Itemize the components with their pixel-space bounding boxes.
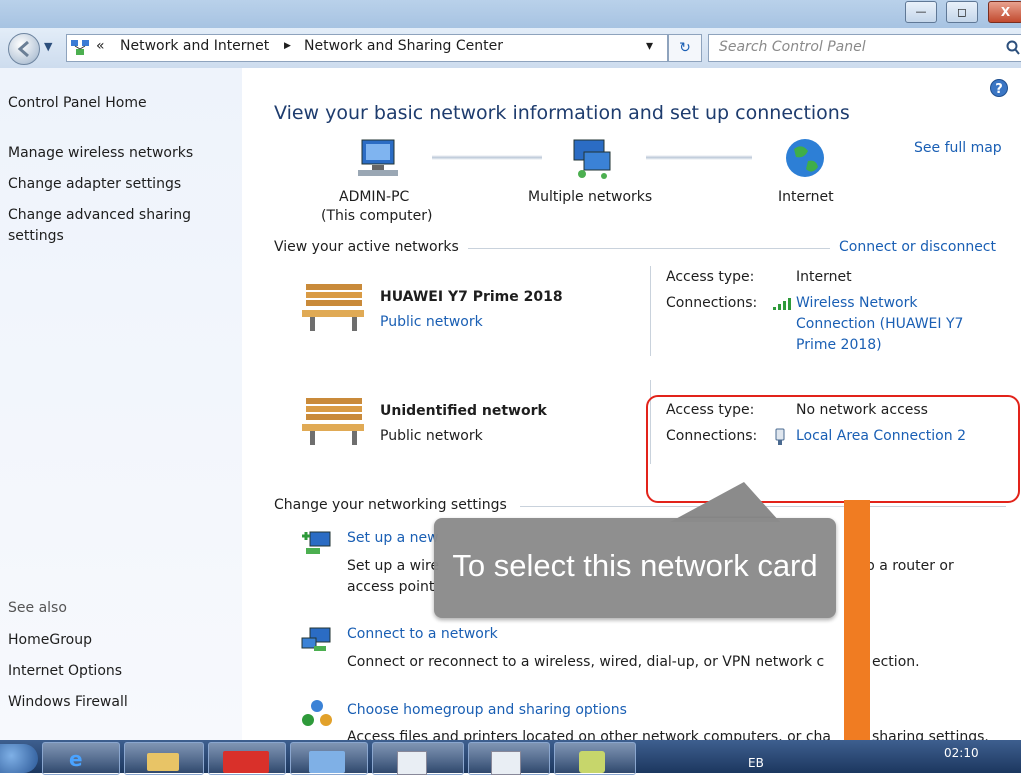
sidebar-change-advanced-sharing[interactable]: Change advanced sharing (8, 207, 191, 223)
breadcrumb-network-sharing-center[interactable]: Network and Sharing Center (304, 38, 503, 54)
wireless-connection-link-cont[interactable]: Connection (HUAWEI Y7 (796, 316, 963, 332)
bench-public-network-icon (302, 284, 364, 331)
taskbar-internet-explorer[interactable]: e (42, 742, 120, 775)
network-category-unidentified: Public network (380, 428, 483, 444)
minimize-button[interactable]: — (905, 1, 937, 23)
multiple-networks-icon (573, 139, 611, 179)
internet-globe-icon (786, 139, 824, 177)
page-title: View your basic network information and … (274, 102, 850, 124)
window-icon (491, 751, 521, 775)
setup-connection-link[interactable]: Set up a new (347, 530, 439, 546)
section-divider (468, 248, 830, 249)
active-networks-heading: View your active networks (274, 239, 459, 255)
taskbar-file-explorer[interactable] (124, 742, 204, 775)
homegroup-icon (302, 700, 332, 726)
sidebar-internet-options[interactable]: Internet Options (8, 663, 122, 679)
help-icon[interactable]: ? (989, 78, 1009, 98)
search-icon[interactable] (1006, 40, 1020, 56)
breadcrumb-network-and-internet[interactable]: Network and Internet (120, 38, 269, 54)
access-type-value: Internet (796, 269, 852, 285)
connect-to-network-desc-right: ection. (872, 654, 920, 670)
map-internet: Internet (778, 189, 834, 205)
connections-label: Connections: (666, 295, 758, 311)
wireless-signal-icon (773, 298, 791, 310)
connect-to-network-desc: Connect or reconnect to a wireless, wire… (347, 654, 825, 670)
back-arrow-icon (17, 40, 29, 58)
setup-connection-icon (302, 531, 331, 554)
window-icon (397, 751, 427, 775)
callout-tooltip: To select this network card (434, 518, 836, 618)
connect-or-disconnect-link[interactable]: Connect or disconnect (839, 239, 996, 255)
maximize-icon: ◻ (957, 5, 967, 19)
callout-pointer (670, 482, 780, 522)
taskbar-control-panel[interactable] (290, 742, 368, 775)
network-name-huawei: HUAWEI Y7 Prime 2018 (380, 289, 563, 305)
see-full-map-link[interactable]: See full map (914, 140, 1002, 156)
sidebar-windows-firewall[interactable]: Windows Firewall (8, 694, 128, 710)
sidebar-change-adapter-settings[interactable]: Change adapter settings (8, 176, 181, 192)
network-control-panel-icon (71, 40, 89, 55)
back-button[interactable] (8, 33, 40, 65)
network-category-link-huawei[interactable]: Public network (380, 314, 483, 330)
folder-icon (147, 753, 179, 771)
system-clock[interactable]: 02:10 (944, 746, 979, 760)
app-red-icon (223, 751, 269, 773)
map-computer-label: (This computer) (321, 208, 433, 224)
breadcrumb-separator-icon[interactable]: ▶ (284, 41, 291, 51)
callout-text: To select this network card (452, 548, 818, 583)
wireless-connection-link-cont[interactable]: Prime 2018) (796, 337, 882, 353)
control-panel-icon (309, 751, 345, 773)
sidebar-manage-wireless-networks[interactable]: Manage wireless networks (8, 145, 193, 161)
close-icon: X (1000, 5, 1011, 19)
app-icon (579, 751, 605, 773)
taskbar-window-2[interactable] (468, 742, 550, 775)
maximize-button[interactable]: ◻ (946, 1, 978, 23)
map-multiple-networks: Multiple networks (528, 189, 653, 205)
sidebar-control-panel-home[interactable]: Control Panel Home (8, 95, 147, 111)
search-input[interactable]: Search Control Panel (708, 34, 1021, 62)
connect-to-network-link[interactable]: Connect to a network (347, 626, 498, 642)
bench-public-network-icon (302, 398, 364, 445)
homegroup-sharing-link[interactable]: Choose homegroup and sharing options (347, 702, 627, 718)
title-bar (0, 0, 1021, 28)
minimize-icon: — (915, 5, 927, 18)
history-dropdown-icon[interactable]: ▼ (44, 40, 52, 53)
taskbar-app-red[interactable] (208, 742, 286, 775)
address-dropdown-icon[interactable]: ▾ (646, 38, 653, 54)
see-also-heading: See also (8, 600, 67, 616)
taskbar-window-3[interactable] (554, 742, 636, 775)
wireless-connection-link[interactable]: Wireless Network (796, 295, 917, 311)
connect-network-icon (301, 627, 331, 651)
breadcrumb-overflow[interactable]: « (96, 38, 105, 54)
refresh-icon: ↻ (679, 40, 691, 56)
map-link-line (432, 155, 542, 160)
setup-connection-desc-cont: access point (347, 579, 435, 595)
taskbar-window-1[interactable] (372, 742, 464, 775)
network-name-unidentified: Unidentified network (380, 403, 547, 419)
sidebar-homegroup[interactable]: HomeGroup (8, 632, 92, 648)
change-settings-heading: Change your networking settings (274, 497, 507, 513)
computer-icon (358, 139, 398, 176)
map-link-line (646, 155, 752, 160)
search-placeholder: Search Control Panel (719, 39, 866, 55)
close-button[interactable]: X (988, 1, 1021, 23)
access-type-label: Access type: (666, 269, 755, 285)
network-divider (650, 266, 651, 356)
setup-connection-desc: Set up a wire (347, 558, 440, 574)
svg-text:?: ? (995, 82, 1003, 97)
start-button[interactable] (0, 744, 38, 773)
refresh-button[interactable]: ↻ (668, 34, 702, 62)
setup-connection-desc-right: up a router or (857, 558, 954, 574)
language-indicator[interactable]: EB (748, 756, 764, 770)
internet-explorer-icon: e (69, 747, 83, 771)
annotation-arrow-bar (844, 500, 870, 773)
sidebar-change-advanced-sharing-cont[interactable]: settings (8, 228, 64, 244)
map-computer-name: ADMIN-PC (339, 189, 410, 205)
